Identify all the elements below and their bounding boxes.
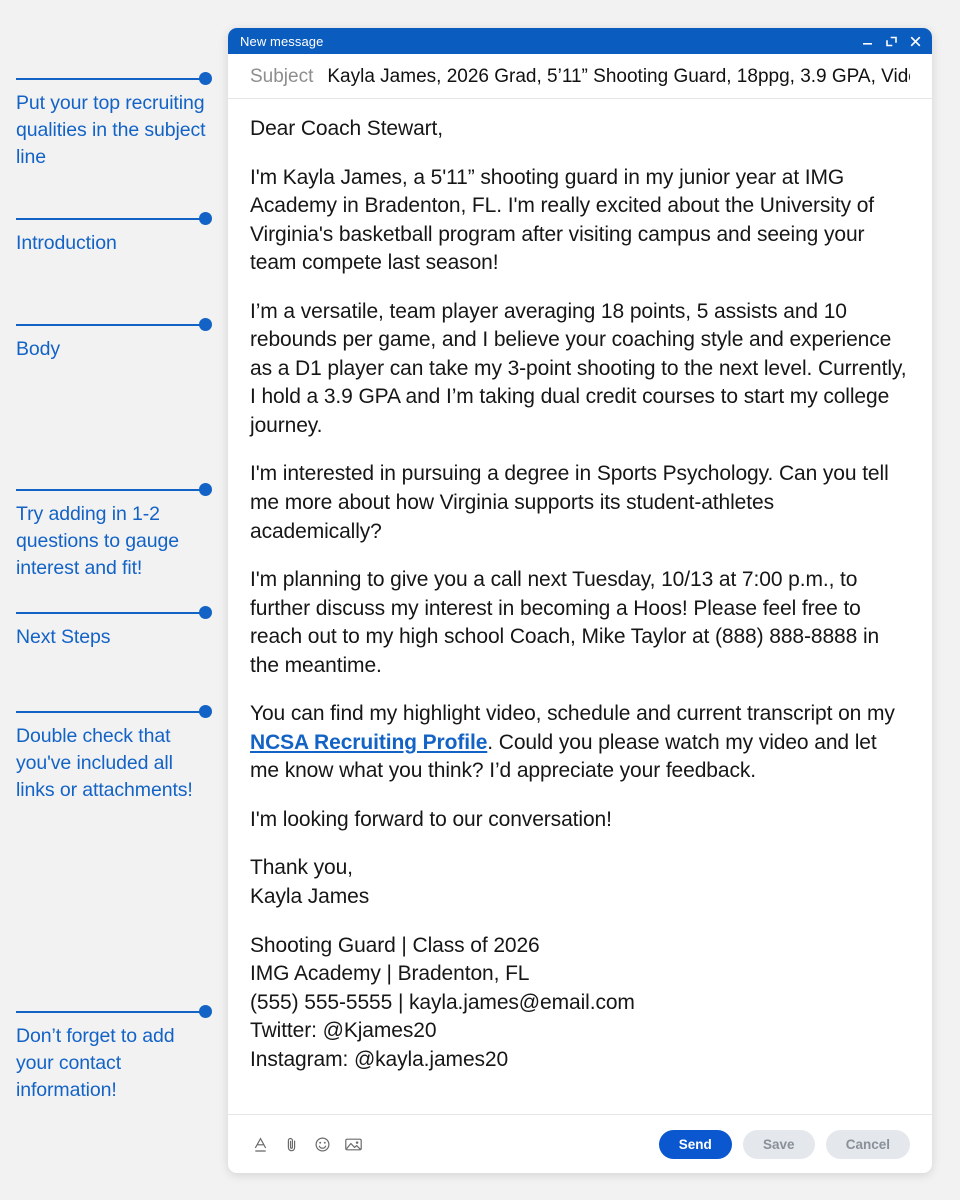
compose-actions: Send Save Cancel	[658, 1129, 910, 1159]
signature-line: Instagram: @kayla.james20	[250, 1047, 509, 1071]
annotation-rule	[16, 212, 212, 226]
email-signoff-block: Thank you, Kayla James	[250, 854, 908, 911]
annotation-line	[16, 78, 200, 80]
annotation-rule	[16, 705, 212, 719]
annotation-label: Double check that you've included all li…	[16, 725, 193, 801]
ncsa-recruiting-profile-link[interactable]: NCSA Recruiting Profile	[250, 731, 487, 754]
email-signoff-name: Kayla James	[250, 885, 370, 909]
annotation-rule	[16, 1005, 212, 1019]
image-icon[interactable]	[343, 1134, 363, 1154]
save-button[interactable]: Save	[742, 1129, 815, 1159]
annotation-line	[16, 218, 200, 220]
annotation-dot	[199, 705, 212, 718]
annotation-line	[16, 324, 200, 326]
compose-footer: Send Save Cancel	[228, 1114, 932, 1173]
email-paragraph-next-steps: I'm planning to give you a call next Tue…	[250, 568, 880, 677]
send-button[interactable]: Send	[658, 1129, 732, 1159]
annotation-line	[16, 711, 200, 713]
annotation-label: Introduction	[16, 232, 117, 254]
annotation-dot	[199, 483, 212, 496]
cancel-button[interactable]: Cancel	[825, 1129, 910, 1159]
annotation-dot	[199, 318, 212, 331]
annotation-dot	[199, 72, 212, 85]
annotation-label: Try adding in 1-2 questions to gauge int…	[16, 503, 179, 579]
annotation-rail: Put your top recruiting qualities in the…	[0, 0, 228, 1200]
subject-input[interactable]: Kayla James, 2026 Grad, 5’11” Shooting G…	[327, 66, 910, 88]
email-paragraph-links: You can find my highlight video, schedul…	[250, 700, 908, 786]
annotation-subject-tip: Put your top recruiting qualities in the…	[0, 72, 228, 171]
close-icon[interactable]	[909, 35, 922, 48]
annotation-contact-info-tip: Don’t forget to add your contact informa…	[0, 1005, 228, 1104]
annotation-rule	[16, 318, 212, 332]
email-paragraph-body: I’m a versatile, team player averaging 1…	[250, 299, 907, 437]
annotation-label: Body	[16, 338, 61, 360]
minimize-icon[interactable]	[861, 35, 874, 48]
email-body[interactable]: Dear Coach Stewart, I'm Kayla James, a 5…	[228, 99, 932, 1114]
annotation-label: Next Steps	[16, 626, 111, 648]
annotation-rule	[16, 72, 212, 86]
email-signoff: Thank you,	[250, 856, 353, 880]
annotation-links-tip: Double check that you've included all li…	[0, 705, 228, 804]
annotation-dot	[199, 1005, 212, 1018]
annotation-label: Put your top recruiting qualities in the…	[16, 92, 206, 168]
signature-line: Shooting Guard | Class of 2026	[250, 933, 540, 957]
compose-toolbar	[250, 1134, 363, 1154]
annotation-dot	[199, 212, 212, 225]
annotation-line	[16, 489, 200, 491]
subject-label: Subject	[250, 66, 314, 87]
email-signature: Shooting Guard | Class of 2026 IMG Acade…	[250, 932, 908, 1075]
annotation-dot	[199, 606, 212, 619]
annotation-line	[16, 1011, 200, 1013]
maximize-icon[interactable]	[885, 35, 898, 48]
email-paragraph-intro: I'm Kayla James, a 5'11” shooting guard …	[250, 165, 875, 275]
annotation-body: Body	[0, 318, 228, 363]
window-title-bar: New message	[228, 28, 932, 54]
annotation-line	[16, 612, 200, 614]
attachment-icon[interactable]	[281, 1134, 301, 1154]
annotation-rule	[16, 483, 212, 497]
annotation-label: Don’t forget to add your contact informa…	[16, 1025, 175, 1101]
text-format-icon[interactable]	[250, 1134, 270, 1154]
compose-window: New message Subject Kayla James, 2026 Gr…	[228, 28, 932, 1173]
links-text-before: You can find my highlight video, schedul…	[250, 702, 895, 726]
annotation-introduction: Introduction	[0, 212, 228, 257]
email-greeting: Dear Coach Stewart,	[250, 117, 444, 140]
annotation-rule	[16, 606, 212, 620]
signature-line: Twitter: @Kjames20	[250, 1019, 437, 1043]
email-paragraph-questions: I'm interested in pursuing a degree in S…	[250, 462, 889, 543]
emoji-icon[interactable]	[312, 1134, 332, 1154]
subject-row[interactable]: Subject Kayla James, 2026 Grad, 5’11” Sh…	[228, 54, 932, 99]
window-controls	[861, 35, 922, 48]
window-title: New message	[240, 33, 324, 49]
annotation-next-steps: Next Steps	[0, 606, 228, 651]
signature-line: IMG Academy | Bradenton, FL	[250, 962, 530, 986]
annotation-questions-tip: Try adding in 1-2 questions to gauge int…	[0, 483, 228, 582]
signature-line: (555) 555-5555 | kayla.james@email.com	[250, 990, 635, 1014]
email-paragraph-closing: I'm looking forward to our conversation!	[250, 807, 612, 831]
